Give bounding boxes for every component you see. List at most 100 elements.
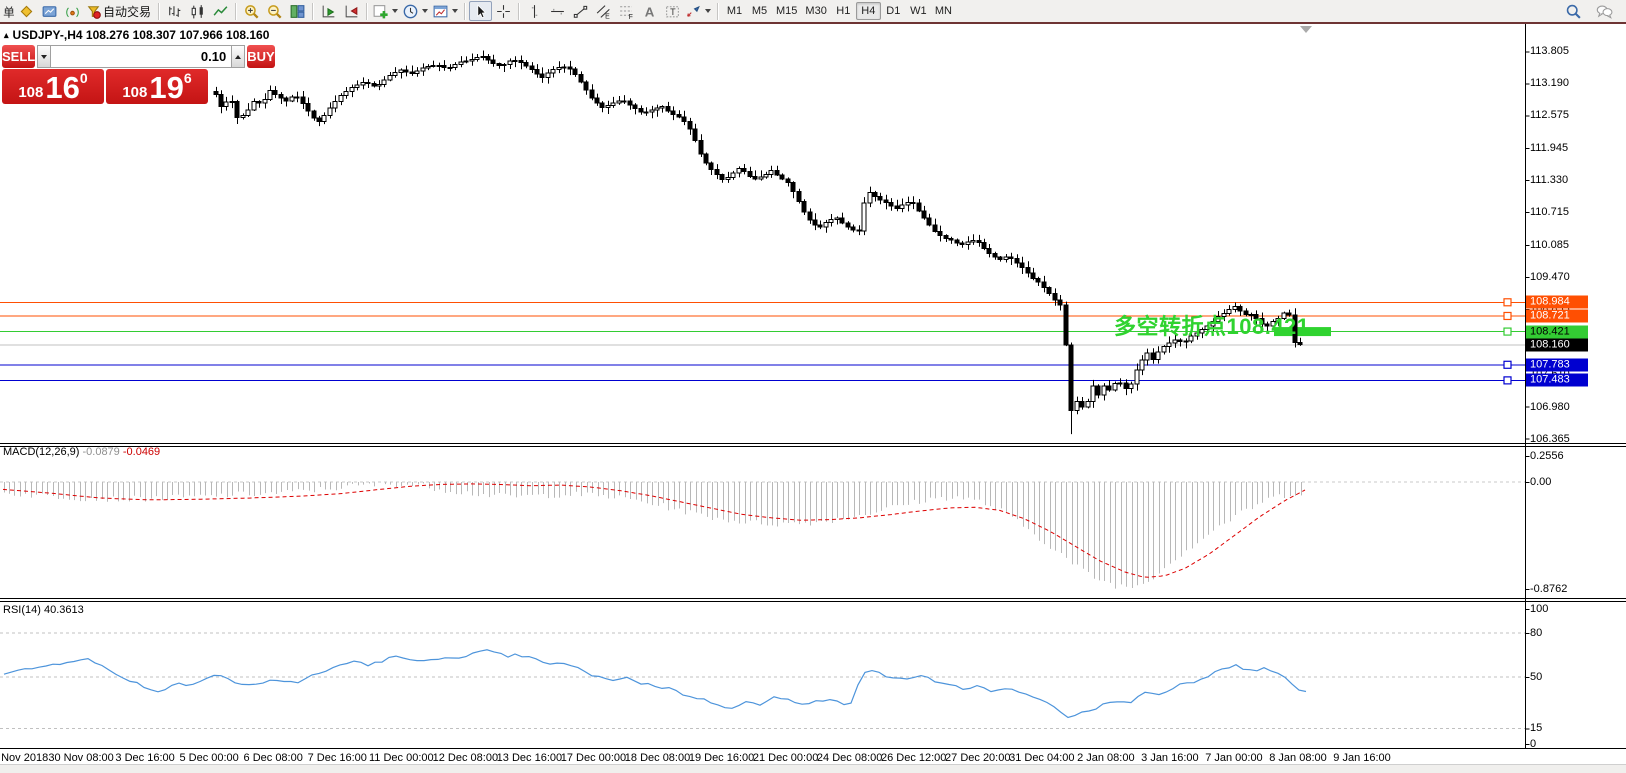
- macd-axis-tick: -0.8762: [1530, 583, 1567, 595]
- svg-text:F: F: [629, 13, 633, 19]
- timeframe-h4-button[interactable]: H4: [856, 2, 881, 20]
- rsi-axis-tick: 0: [1530, 738, 1536, 750]
- text-label-icon: T: [664, 3, 681, 20]
- chart-canvas[interactable]: [0, 0, 1626, 773]
- svg-text:T: T: [670, 7, 676, 17]
- sell-button[interactable]: SELL: [2, 45, 35, 68]
- toolbar-right-icons: [1562, 1, 1626, 21]
- time-axis-label: 7 Jan 00:00: [1205, 752, 1263, 764]
- one-click-trading-panel: SELL BUY 108 16 0 108 19 6: [2, 45, 208, 104]
- toolbar: 单 自动交易 E F A T M1M5M15M30H1H4D1W1MN: [0, 0, 1626, 22]
- svg-text:单: 单: [3, 6, 15, 19]
- chart-title-text: USDJPY-,H4 108.276 108.307 107.966 108.1…: [13, 28, 270, 42]
- channel-icon: E: [595, 3, 612, 20]
- text-label-button[interactable]: T: [661, 1, 684, 21]
- sell-price-box[interactable]: 108 16 0: [2, 69, 104, 104]
- autotrading-button[interactable]: 自动交易: [84, 1, 155, 21]
- chart-line-button[interactable]: [209, 1, 232, 21]
- price-level-label: 107.483: [1526, 374, 1588, 387]
- tile-windows-button[interactable]: [286, 1, 309, 21]
- volume-input[interactable]: [51, 45, 231, 68]
- timeframe-d1-button[interactable]: D1: [881, 2, 906, 20]
- time-axis-label: 2 Jan 08:00: [1077, 752, 1135, 764]
- symbol-arrow-icon: ▴: [4, 30, 9, 41]
- arrows-button[interactable]: [684, 1, 714, 21]
- macd-signal-value: -0.0469: [123, 446, 160, 458]
- time-axis-label: 31 Dec 04:00: [1009, 752, 1074, 764]
- volume-decrease-button[interactable]: [37, 45, 51, 68]
- rsi-axis-tick: 100: [1530, 603, 1548, 615]
- price-axis-tick: 106.365: [1530, 433, 1570, 445]
- pivot-annotation: 多空转折点108.421: [1114, 309, 1310, 341]
- timeframe-mn-button[interactable]: MN: [931, 2, 956, 20]
- zoom-out-button[interactable]: [263, 1, 286, 21]
- new-order-button[interactable]: 单: [0, 1, 15, 21]
- timeframe-m30-button[interactable]: M30: [801, 2, 830, 20]
- price-axis-tick: 111.330: [1530, 174, 1568, 186]
- time-axis-label: 8 Jan 08:00: [1269, 752, 1327, 764]
- autotrading-label: 自动交易: [102, 3, 154, 20]
- channel-button[interactable]: E: [592, 1, 615, 21]
- chart-shift-button[interactable]: [340, 1, 363, 21]
- timeframe-m5-button[interactable]: M5: [747, 2, 772, 20]
- charts-button[interactable]: [38, 1, 61, 21]
- buy-price-pips: 19: [149, 74, 183, 103]
- price-axis-tick: 111.945: [1530, 142, 1568, 154]
- chart-title: ▴ USDJPY-,H4 108.276 108.307 107.966 108…: [4, 28, 269, 42]
- auto-scroll-button[interactable]: [317, 1, 340, 21]
- price-level-label: 108.984: [1526, 296, 1588, 309]
- price-axis-tick: 110.085: [1530, 239, 1569, 251]
- templates-button[interactable]: [431, 1, 461, 21]
- fibonacci-button[interactable]: F: [615, 1, 638, 21]
- time-axis-label: 3 Jan 16:00: [1141, 752, 1199, 764]
- toolbar-bottom-edge: [0, 22, 1626, 24]
- chart-bars-button[interactable]: [163, 1, 186, 21]
- price-axis-tick: 106.980: [1530, 401, 1570, 413]
- trendline-button[interactable]: [569, 1, 592, 21]
- time-axis-label: 17 Dec 00:00: [561, 752, 626, 764]
- dropdown-arrow-icon[interactable]: [422, 9, 428, 13]
- price-axis-tick: 110.715: [1530, 206, 1569, 218]
- volume-increase-button[interactable]: [231, 45, 245, 68]
- chart-candles-button[interactable]: [186, 1, 209, 21]
- time-axis-label: 12 Dec 08:00: [433, 752, 498, 764]
- status-bar: [0, 764, 1626, 773]
- dropdown-arrow-icon[interactable]: [392, 9, 398, 13]
- vline-button[interactable]: [523, 1, 546, 21]
- timeframe-m15-button[interactable]: M15: [772, 2, 801, 20]
- templates-icon: [432, 3, 449, 20]
- zoom-in-button[interactable]: [240, 1, 263, 21]
- timeframe-w1-button[interactable]: W1: [906, 2, 931, 20]
- sell-price-point: 0: [80, 70, 88, 86]
- timeframe-m1-button[interactable]: M1: [722, 2, 747, 20]
- hline-button[interactable]: [546, 1, 569, 21]
- indicators-button[interactable]: [371, 1, 401, 21]
- time-axis-label: 26 Dec 12:00: [881, 752, 946, 764]
- price-level-label: 107.783: [1526, 358, 1588, 371]
- signal-button[interactable]: [61, 1, 84, 21]
- periods-button[interactable]: [401, 1, 431, 21]
- svg-text:A: A: [645, 4, 655, 19]
- dropdown-arrow-icon[interactable]: [452, 9, 458, 13]
- price-axis-tick: 112.575: [1530, 109, 1569, 121]
- cursor-button[interactable]: [469, 1, 492, 21]
- autotrading-icon: [85, 3, 102, 20]
- buy-price-box[interactable]: 108 19 6: [106, 69, 208, 104]
- rsi-name: RSI(14): [3, 604, 41, 616]
- toolbar-separator: [366, 3, 368, 20]
- time-axis-label: 29 Nov 2018: [0, 752, 48, 764]
- dropdown-arrow-icon[interactable]: [705, 9, 711, 13]
- macd-indicator-label: MACD(12,26,9) -0.0879 -0.0469: [3, 446, 160, 458]
- search-button[interactable]: [1562, 1, 1585, 21]
- buy-price-figure: 108: [122, 84, 147, 103]
- crosshair-button[interactable]: [492, 1, 515, 21]
- gold-button[interactable]: [15, 1, 38, 21]
- timeframe-h1-button[interactable]: H1: [831, 2, 856, 20]
- buy-button[interactable]: BUY: [247, 45, 274, 68]
- triangle-down-icon: [41, 55, 47, 59]
- time-axis-label: 7 Dec 16:00: [308, 752, 367, 764]
- macd-main-value: -0.0879: [82, 446, 119, 458]
- chat-button[interactable]: [1593, 1, 1616, 21]
- signal-icon: [64, 3, 81, 20]
- text-button[interactable]: A: [638, 1, 661, 21]
